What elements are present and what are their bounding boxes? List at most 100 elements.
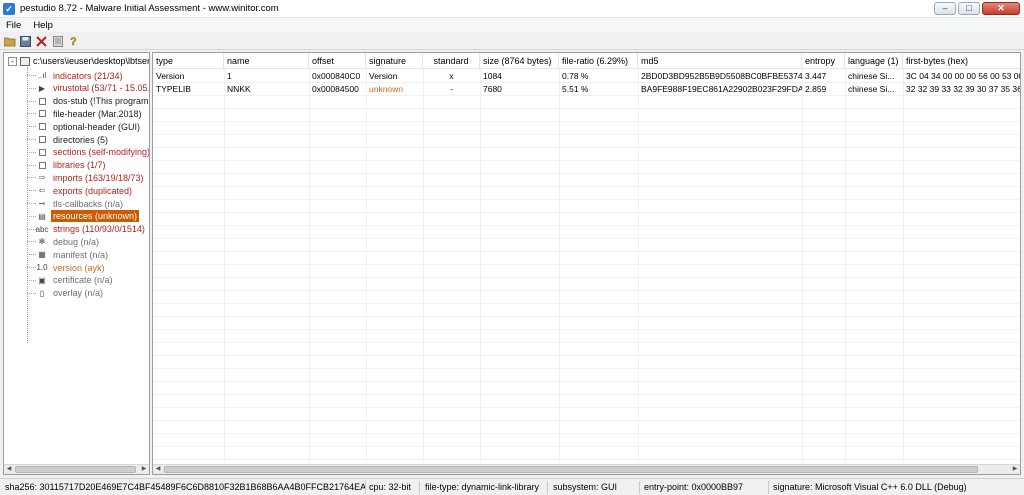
- empty-row: [153, 343, 1020, 356]
- tree-item[interactable]: dos-stub (!This program c: [27, 95, 150, 108]
- tree-item[interactable]: ▣ certificate (n/a): [27, 274, 115, 287]
- menu-file[interactable]: File: [0, 20, 27, 31]
- scroll-right-icon[interactable]: ▶: [139, 465, 149, 474]
- scroll-right-icon[interactable]: ▶: [1010, 465, 1020, 474]
- tree-item-label: overlay (n/a): [53, 288, 104, 299]
- tree-item-label: dos-stub (!This program c: [53, 96, 150, 107]
- tree-item[interactable]: ..ıl indicators (21/34): [27, 69, 125, 82]
- minimize-button[interactable]: –: [934, 2, 956, 15]
- table-row[interactable]: TYPELIB NNKK 0x00084500 unknown - 7680 5.51 % B…: [153, 83, 1020, 96]
- tree-connector: [27, 190, 36, 192]
- column-header[interactable]: standard: [423, 53, 480, 69]
- tree-root[interactable]: - c:\users\ieuser\desktop\lbtser: [8, 55, 150, 67]
- file-icon: [20, 56, 30, 66]
- tree-item-label: directories (5): [53, 134, 109, 145]
- table-horizontal-scrollbar[interactable]: ◀ ▶: [153, 464, 1020, 474]
- tree-item[interactable]: sections (self-modifying): [27, 146, 149, 159]
- empty-row: [153, 330, 1020, 343]
- tree-item[interactable]: optional-header (GUI): [27, 120, 142, 133]
- close-button[interactable]: ✕: [982, 2, 1020, 15]
- table-cell: 0x00084500: [312, 84, 359, 94]
- tree-item[interactable]: directories (5): [27, 133, 110, 146]
- tree-item[interactable]: ⊸ tls-callbacks (n/a): [27, 197, 125, 210]
- save-icon[interactable]: [19, 35, 32, 48]
- resources-table[interactable]: type name offset signature standard size (876…: [152, 52, 1021, 475]
- resources-icon: ▤: [38, 211, 46, 221]
- tree-item-label: imports (163/19/18/73): [53, 172, 144, 183]
- scroll-left-icon[interactable]: ◀: [4, 465, 14, 474]
- tree-connector: [27, 75, 36, 76]
- column-header[interactable]: type: [153, 53, 224, 69]
- tree-item-label: certificate (n/a): [53, 275, 113, 286]
- tree-item-label: exports (duplicated): [53, 185, 133, 196]
- page-icon: ▯: [39, 288, 45, 298]
- table-header: type name offset signature standard size (876…: [153, 53, 1020, 69]
- tree-item[interactable]: ✻ debug (n/a): [27, 235, 101, 248]
- tree-item-label: resources (unknown): [51, 210, 140, 223]
- table-cell: BA9FE988F19EC861A22902B023F29FDA: [641, 84, 802, 94]
- import-icon: ⇨: [38, 173, 46, 183]
- column-header[interactable]: language (1): [845, 53, 903, 69]
- delete-icon[interactable]: [35, 35, 48, 48]
- column-header[interactable]: name: [224, 53, 309, 69]
- version-icon: 1.0: [36, 263, 48, 272]
- tree-item-label: debug (n/a): [53, 236, 100, 247]
- tree-item[interactable]: ▤ resources (unknown): [27, 210, 140, 223]
- tree-item[interactable]: file-header (Mar.2018): [27, 107, 144, 120]
- status-subsystem: subsystem: GUI: [550, 481, 640, 494]
- tree-item[interactable]: ▦ manifest (n/a): [27, 248, 110, 261]
- tree-item[interactable]: ▯ overlay (n/a): [27, 287, 105, 300]
- title-bar: ✓ pestudio 8.72 - Malware Initial Assess…: [0, 0, 1024, 18]
- tree-item[interactable]: ⇨ imports (163/19/18/73): [27, 171, 146, 184]
- maximize-button[interactable]: □: [958, 2, 980, 15]
- tree-root-label: c:\users\ieuser\desktop\lbtser: [33, 56, 150, 66]
- empty-row: [153, 161, 1020, 174]
- scrollbar-thumb[interactable]: [15, 466, 136, 473]
- document-icon[interactable]: [51, 35, 64, 48]
- collapse-icon[interactable]: -: [8, 56, 17, 66]
- empty-row: [153, 278, 1020, 291]
- open-folder-icon[interactable]: [3, 35, 16, 48]
- menu-help[interactable]: Help: [27, 20, 59, 31]
- empty-row: [153, 265, 1020, 278]
- table-cell: 5.51 %: [562, 84, 589, 94]
- table-row[interactable]: Version 1 0x000840C0 Version x 1084 0.78 % 2BD0…: [153, 70, 1020, 83]
- table-cell: Version: [156, 71, 185, 81]
- square-icon: [36, 147, 48, 158]
- tree-item-label: version (ayk): [53, 262, 105, 273]
- tree-item[interactable]: ⇦ exports (duplicated): [27, 184, 134, 197]
- column-header[interactable]: md5: [638, 53, 802, 69]
- tree-item[interactable]: abc strings (110/93/0/1514): [27, 223, 147, 236]
- toolbar: ?: [0, 33, 1024, 50]
- bug-icon: ✻: [38, 237, 46, 247]
- column-header[interactable]: offset: [309, 53, 366, 69]
- tree-panel[interactable]: - c:\users\ieuser\desktop\lbtser ..ıl ind…: [3, 52, 150, 475]
- column-header[interactable]: entropy: [802, 53, 845, 69]
- bar-chart-icon: ..ıl: [37, 71, 47, 80]
- status-entry-point: entry-point: 0x0000BB97: [641, 481, 769, 494]
- tree-item[interactable]: 1.0 version (ayk): [27, 261, 107, 274]
- help-icon[interactable]: ?: [67, 35, 80, 48]
- tree-item[interactable]: libraries (1/7): [27, 159, 108, 172]
- column-header[interactable]: size (8764 bytes): [480, 53, 559, 69]
- scroll-left-icon[interactable]: ◀: [153, 465, 163, 474]
- column-header[interactable]: first-bytes (hex): [903, 53, 1020, 69]
- tree-horizontal-scrollbar[interactable]: ◀ ▶: [4, 464, 149, 474]
- column-header[interactable]: signature: [366, 53, 423, 69]
- status-file-type: file-type: dynamic-link-library: [422, 481, 548, 494]
- tree-connector: [27, 279, 36, 281]
- pestudio-app-icon[interactable]: ✓: [3, 3, 15, 15]
- tree-connector: [27, 203, 36, 204]
- tree-item-label: file-header (Mar.2018): [53, 108, 142, 119]
- scrollbar-thumb[interactable]: [164, 466, 978, 473]
- tree-connector: [27, 100, 36, 102]
- empty-row: [153, 252, 1020, 265]
- tree-connector: [27, 87, 36, 89]
- empty-row: [153, 200, 1020, 213]
- export-icon: ⇦: [38, 186, 46, 196]
- callback-icon: ⊸: [38, 199, 46, 208]
- column-header[interactable]: file-ratio (6.29%): [559, 53, 638, 69]
- tree-item[interactable]: ▶ virustotal (53/71 - 15.05.20: [27, 82, 149, 95]
- window-title: pestudio 8.72 - Malware Initial Assessme…: [20, 3, 279, 14]
- empty-row: [153, 317, 1020, 330]
